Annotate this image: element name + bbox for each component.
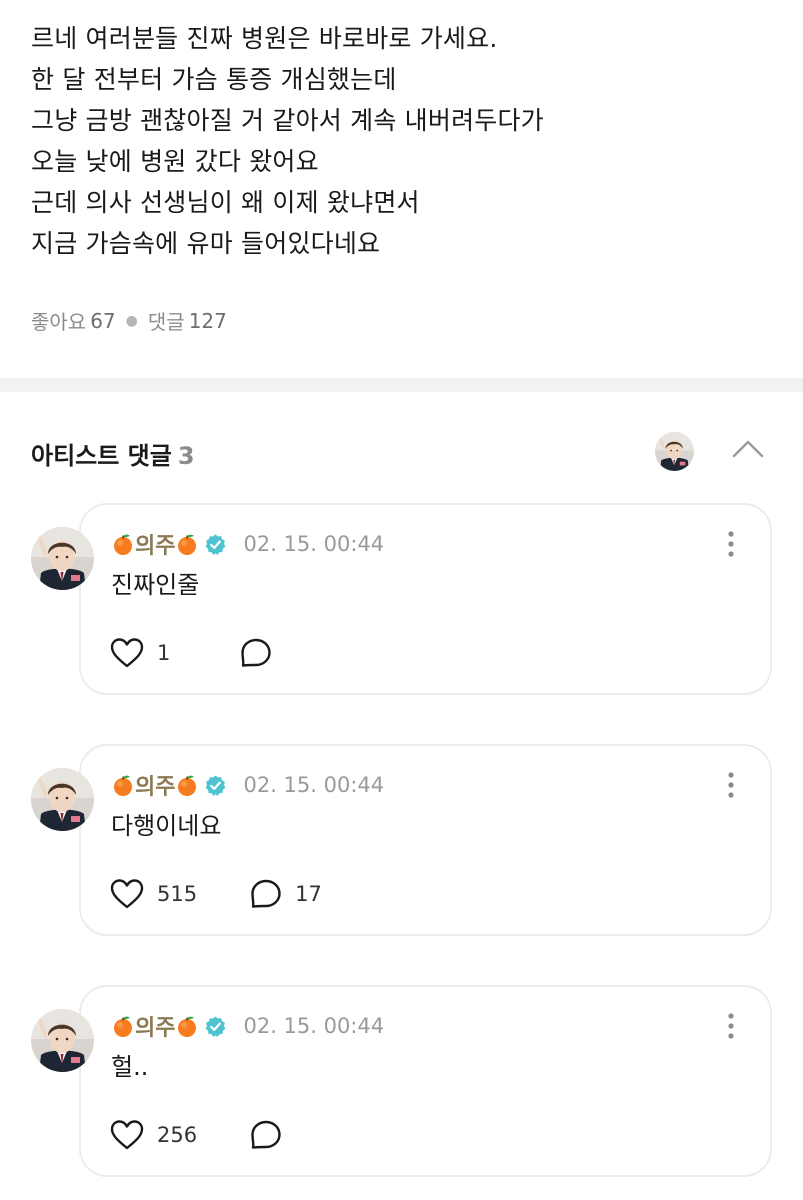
post-text: 르네 여러분들 진짜 병원은 바로바로 가세요. 한 달 전부터 가슴 통증 개… [31,18,544,264]
verified-badge-icon [206,774,226,796]
tangerine-emoji-icon [178,775,197,796]
likes-label[interactable]: 좋아요 [31,306,86,335]
comment-bubble-icon [251,879,281,908]
comment-timestamp: 02. 15. 00:44 [243,1014,385,1038]
post-line: 지금 가슴속에 유마 들어있다네요 [31,229,381,258]
verified-badge-icon [206,1015,226,1037]
reply-button[interactable] [249,1119,295,1151]
post-line: 근데 의사 선생님이 왜 이제 왔냐면서 [31,188,420,217]
like-count: 256 [157,1123,198,1147]
tangerine-emoji-icon [114,775,132,796]
comment-actions: 515 17 [109,876,322,912]
comment-meta: 의주 02. 15. 00:44 [111,527,384,561]
artist-comments-count: 3 [177,442,195,470]
reply-count: 17 [295,882,322,906]
comment-item: 의주 02. 15. 00:44 다행이네요 515 17 [0,744,803,936]
comments-label[interactable]: 댓글 [148,306,185,335]
post-line: 오늘 낮에 병원 갔다 왔어요 [31,147,319,176]
like-count: 515 [157,882,198,906]
tangerine-emoji-icon [178,1016,197,1037]
comment-actions: 1 [109,635,285,671]
comment-bubble-icon [251,1120,281,1149]
comment-author[interactable]: 의주 [111,528,199,560]
tangerine-emoji-icon [114,1016,132,1037]
comment-item: 의주 02. 15. 00:44 진짜인줄 1 [0,503,803,695]
more-vertical-icon[interactable] [718,1009,744,1043]
artist-avatar[interactable] [655,432,694,471]
reply-button[interactable] [239,637,285,669]
chevron-up-icon[interactable] [728,434,768,464]
artist-comments-title: 아티스트 댓글 3 [31,436,195,471]
heart-icon [110,879,144,909]
post-line: 르네 여러분들 진짜 병원은 바로바로 가세요. [31,24,498,53]
artist-comments-header: 아티스트 댓글 3 [0,392,803,502]
likes-count[interactable]: 67 [90,309,115,333]
like-button[interactable]: 515 [109,878,197,910]
comment-avatar[interactable] [31,768,94,831]
like-count: 1 [157,641,171,665]
artist-comments-title-label: 아티스트 댓글 [31,442,172,470]
reply-button[interactable]: 17 [249,878,322,910]
comment-author-name: 의주 [135,1016,176,1041]
comment-text: 다행이네요 [111,812,222,840]
comment-card: 의주 02. 15. 00:44 다행이네요 515 17 [79,744,772,936]
comment-author-name: 의주 [135,534,176,559]
comment-card: 의주 02. 15. 00:44 헐.. 256 [79,985,772,1177]
more-vertical-icon[interactable] [718,768,744,802]
separator-dot: ● [125,312,138,329]
post-body: 르네 여러분들 진짜 병원은 바로바로 가세요. 한 달 전부터 가슴 통증 개… [0,0,803,378]
more-vertical-icon[interactable] [718,527,744,561]
comment-author[interactable]: 의주 [111,769,199,801]
comment-text: 헐.. [111,1053,149,1081]
post-line: 한 달 전부터 가슴 통증 개심했는데 [31,65,397,94]
post-line: 그냥 금방 괜찮아질 거 같아서 계속 내버려두다가 [31,106,544,135]
comments-count[interactable]: 127 [189,309,227,333]
comment-avatar[interactable] [31,1009,94,1072]
comment-timestamp: 02. 15. 00:44 [243,773,385,797]
comment-meta: 의주 02. 15. 00:44 [111,768,384,802]
comment-avatar[interactable] [31,527,94,590]
heart-icon [110,1120,144,1150]
comment-actions: 256 [109,1117,295,1153]
comment-meta: 의주 02. 15. 00:44 [111,1009,384,1043]
comment-item: 의주 02. 15. 00:44 헐.. 256 [0,985,803,1177]
section-divider [0,378,803,392]
like-button[interactable]: 256 [109,1119,197,1151]
post-stats: 좋아요 67 ● 댓글 127 [31,306,227,335]
comment-author-name: 의주 [135,775,176,800]
like-button[interactable]: 1 [109,637,187,669]
verified-badge-icon [206,533,226,555]
comment-text: 진짜인줄 [111,571,200,599]
comment-timestamp: 02. 15. 00:44 [243,532,385,556]
tangerine-emoji-icon [178,534,197,555]
tangerine-emoji-icon [114,534,132,555]
comment-card: 의주 02. 15. 00:44 진짜인줄 1 [79,503,772,695]
heart-icon [110,638,144,668]
comment-bubble-icon [241,638,271,667]
comment-author[interactable]: 의주 [111,1010,199,1042]
